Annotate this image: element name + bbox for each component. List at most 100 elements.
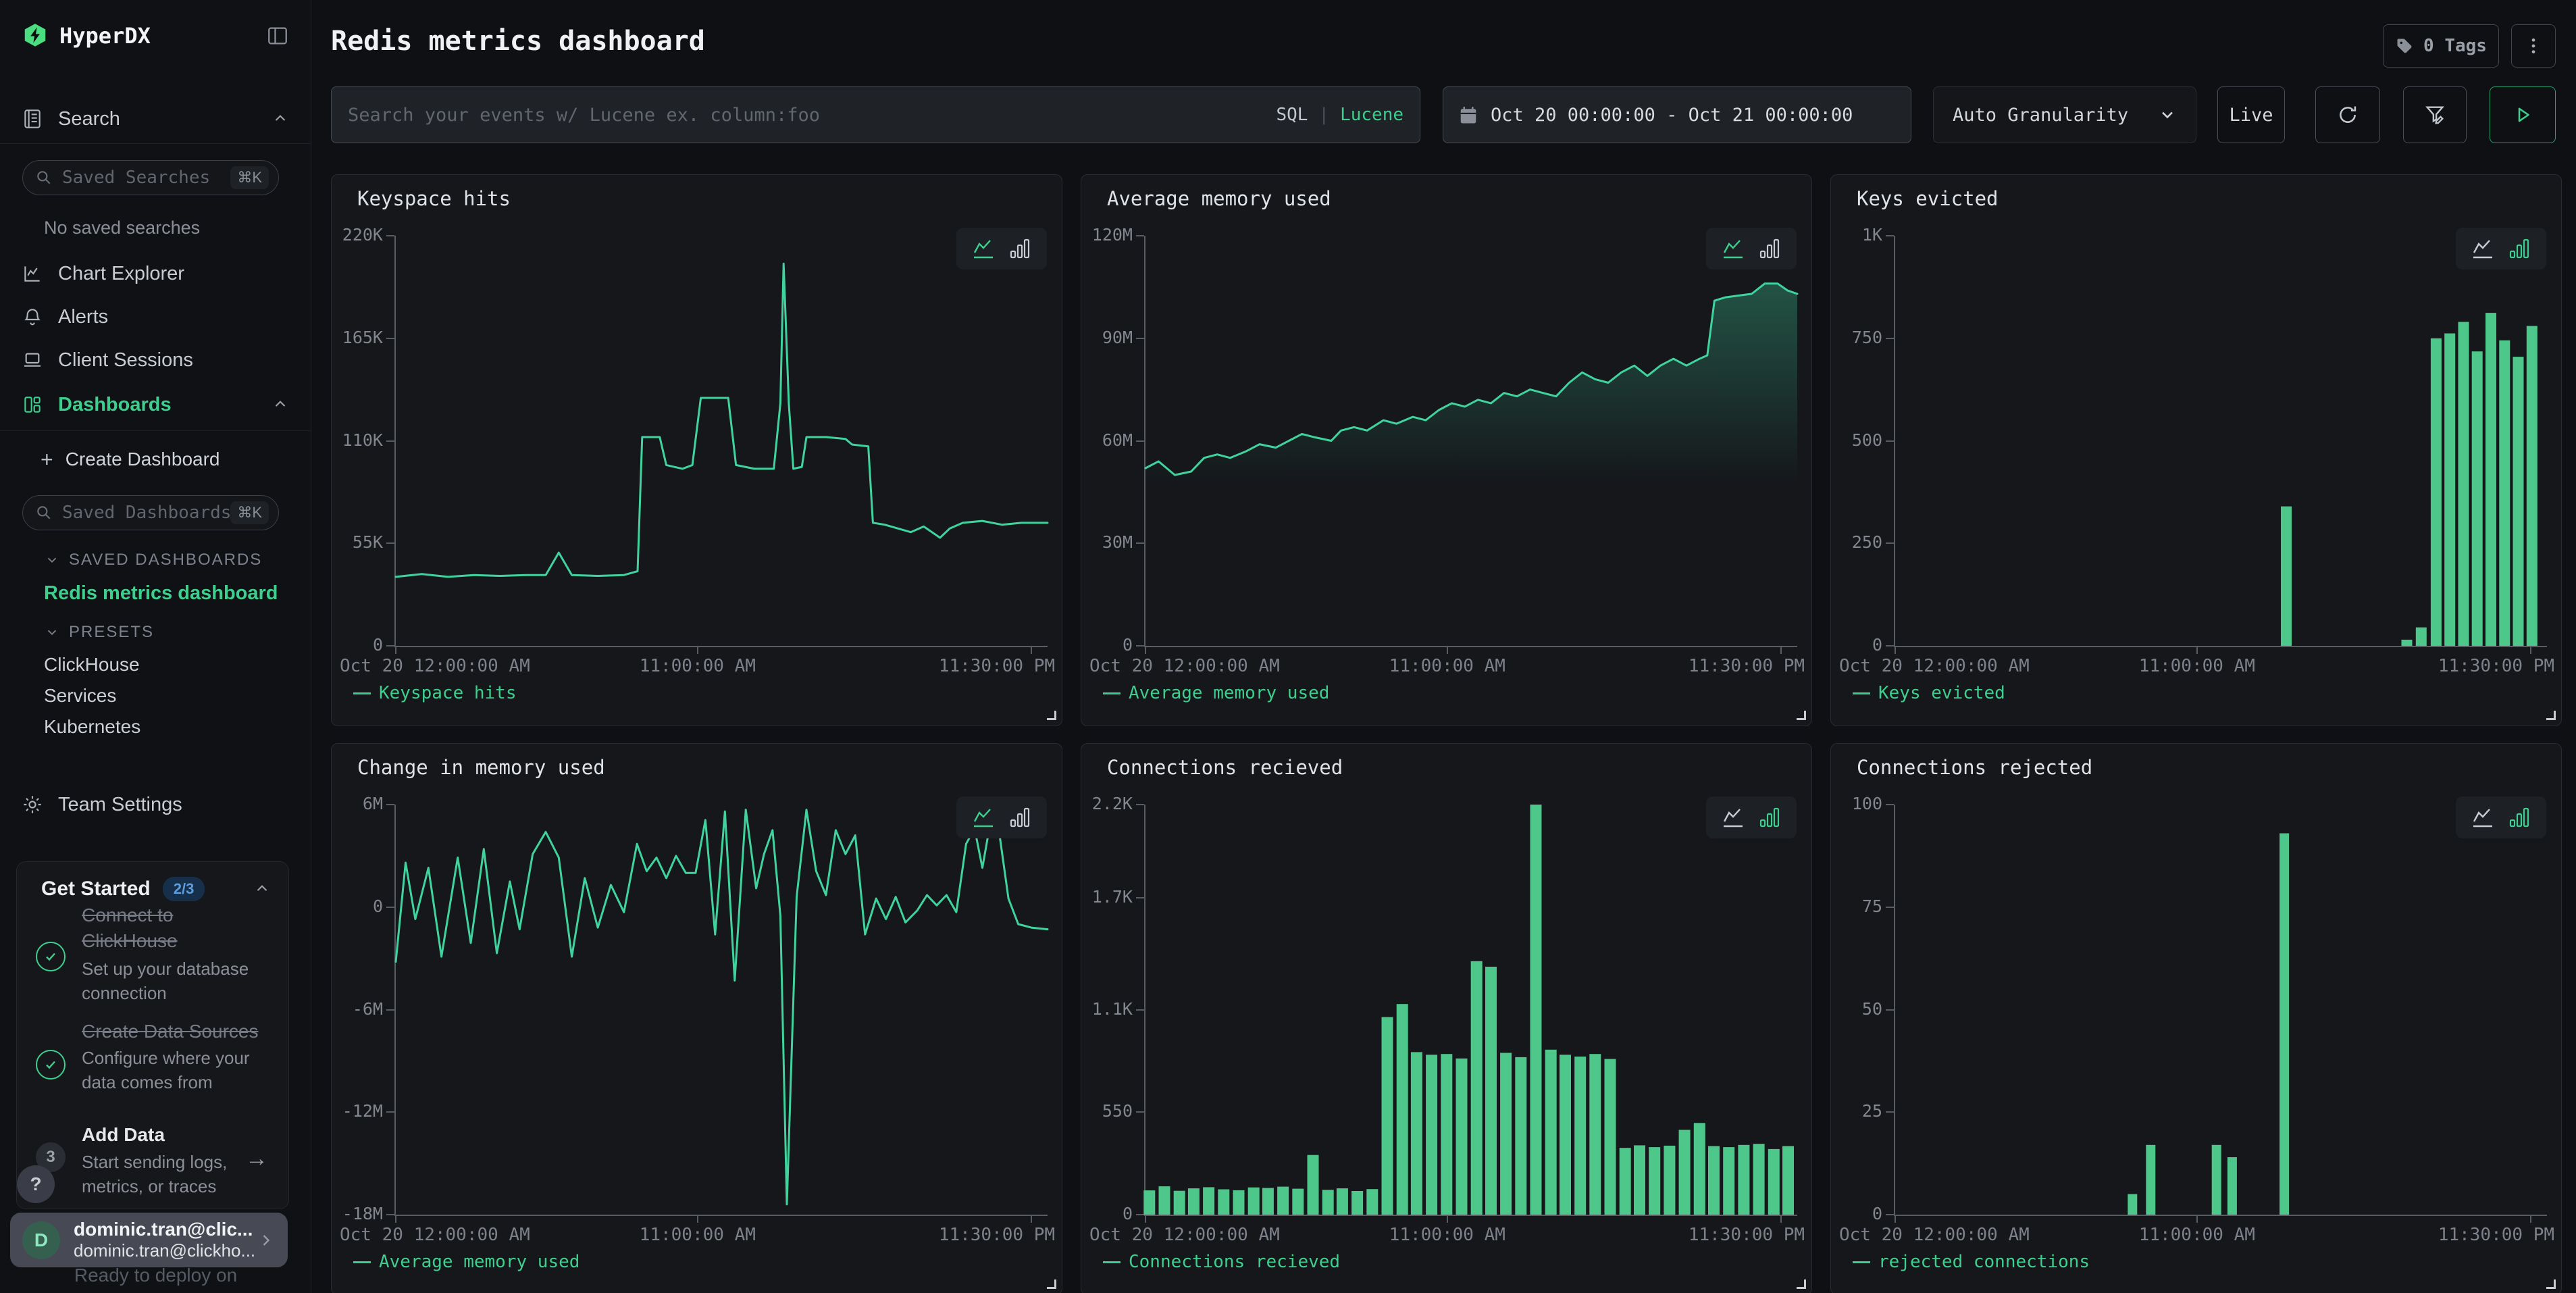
bar-chart-toggle-button[interactable]	[2507, 236, 2531, 261]
chart-legend: Keyspace hits	[353, 683, 517, 703]
panel-resize-handle[interactable]	[2546, 1279, 2556, 1289]
chart-plot-area[interactable]: 1007550250Oct 20 12:00:00 AM11:00:00 AM1…	[1831, 744, 2561, 1293]
y-tick-label: 250	[1831, 532, 1882, 552]
presets-section-header[interactable]: PRESETS	[45, 623, 154, 642]
legend-label: Keys evicted	[1878, 683, 2005, 703]
bar-chart-toggle-button[interactable]	[1757, 805, 1782, 830]
saved-dashboards-input[interactable]	[62, 503, 230, 523]
y-tick-label: 1.7K	[1081, 887, 1133, 907]
saved-searches-input[interactable]	[62, 168, 230, 188]
sidebar-item-alerts[interactable]: Alerts	[0, 295, 311, 339]
chevron-up-icon[interactable]	[253, 880, 271, 898]
chart-plot-area[interactable]: 2.2K1.7K1.1K5500Oct 20 12:00:00 AM11:00:…	[1081, 744, 1811, 1293]
y-tick	[1886, 1214, 1894, 1215]
bar-series	[1145, 805, 1797, 1215]
tags-button[interactable]: 0 Tags	[2383, 24, 2499, 68]
chart-plot-area[interactable]: 120M90M60M30M0Oct 20 12:00:00 AM11:00:00…	[1081, 175, 1811, 726]
y-tick-label: -6M	[332, 999, 383, 1019]
x-tick	[2196, 1215, 2198, 1223]
bar-chart-toggle-button[interactable]	[1008, 805, 1032, 830]
chart-type-toggle	[2456, 796, 2546, 838]
lucene-mode-toggle[interactable]: Lucene	[1340, 105, 1403, 125]
sidebar-item-team-settings[interactable]: Team Settings	[0, 782, 311, 827]
legend-label: Connections recieved	[1129, 1252, 1340, 1272]
sidebar-item-clickhouse[interactable]: ClickHouse	[44, 654, 140, 676]
legend-swatch	[1103, 1261, 1120, 1263]
brand-name: HyperDX	[59, 23, 266, 49]
panel-resize-handle[interactable]	[1797, 1279, 1806, 1289]
sidebar-item-redis-dashboard[interactable]: Redis metrics dashboard	[44, 582, 278, 605]
saved-dashboards-section-header[interactable]: SAVED DASHBOARDS	[45, 551, 262, 569]
bar-chart-toggle-button[interactable]	[2507, 805, 2531, 830]
sidebar-item-kubernetes[interactable]: Kubernetes	[44, 716, 140, 738]
chart-line-icon	[22, 263, 43, 284]
chart-panel-average-memory-used: Average memory used 120M90M60M30M0Oct 20…	[1081, 174, 1812, 726]
chart-plot-area[interactable]: 6M0-6M-12M-18MOct 20 12:00:00 AM11:00:00…	[332, 744, 1062, 1293]
refresh-button[interactable]	[2315, 86, 2380, 143]
chart-panel-keys-evicted: Keys evicted 1K7505002500Oct 20 12:00:00…	[1830, 174, 2562, 726]
live-button[interactable]: Live	[2217, 86, 2285, 143]
legend-swatch	[1103, 692, 1120, 694]
time-range-picker[interactable]: Oct 20 00:00:00 - Oct 21 00:00:00	[1443, 86, 1911, 143]
panel-resize-handle[interactable]	[1797, 711, 1806, 720]
line-chart-toggle-button[interactable]	[2471, 236, 2495, 261]
sidebar-item-client-sessions[interactable]: Client Sessions	[0, 338, 311, 382]
y-tick	[1886, 1009, 1894, 1011]
chart-plot-area[interactable]: 1K7505002500Oct 20 12:00:00 AM11:00:00 A…	[1831, 175, 2561, 726]
chart-panel-change-in-memory-used: Change in memory used 6M0-6M-12M-18MOct …	[331, 743, 1062, 1293]
sidebar-item-chart-explorer[interactable]: Chart Explorer	[0, 251, 311, 296]
panel-resize-handle[interactable]	[2546, 711, 2556, 720]
more-options-button[interactable]	[2511, 24, 2556, 68]
sidebar-collapse-icon[interactable]	[266, 24, 289, 47]
x-tick-label: Oct 20 12:00:00 AM	[340, 1225, 530, 1245]
get-started-step-title[interactable]: Connect to ClickHouse	[82, 903, 257, 954]
granularity-select[interactable]: Auto Granularity	[1933, 86, 2196, 143]
bell-icon	[22, 306, 43, 328]
chart-legend: Connections recieved	[1103, 1252, 1340, 1272]
user-email: dominic.tran@clickho...	[74, 1240, 257, 1261]
y-tick	[1136, 338, 1144, 339]
panel-resize-handle[interactable]	[1047, 711, 1056, 720]
line-chart-toggle-button[interactable]	[971, 805, 996, 830]
chart-legend: Keys evicted	[1853, 683, 2005, 703]
create-dashboard-button[interactable]: + Create Dashboard	[0, 439, 311, 480]
y-tick	[386, 645, 394, 646]
y-tick-label: 60M	[1081, 430, 1133, 450]
user-profile-button[interactable]: D dominic.tran@clic... dominic.tran@clic…	[10, 1213, 288, 1267]
event-search-bar[interactable]: SQL | Lucene	[331, 86, 1420, 143]
line-chart-toggle-button[interactable]	[1721, 805, 1745, 830]
legend-swatch	[1853, 1261, 1870, 1263]
line-chart-toggle-button[interactable]	[971, 236, 996, 261]
sidebar-item-search[interactable]: Search	[0, 97, 311, 141]
y-tick-label: 50	[1831, 999, 1882, 1019]
arrow-right-icon[interactable]: →	[245, 1146, 268, 1172]
saved-searches-search[interactable]: ⌘K	[22, 160, 279, 195]
chart-panel-connections-recieved: Connections recieved 2.2K1.7K1.1K5500Oct…	[1081, 743, 1812, 1293]
y-tick	[1886, 542, 1894, 544]
chart-type-toggle	[1706, 796, 1797, 838]
line-chart-toggle-button[interactable]	[2471, 805, 2495, 830]
bar-chart-toggle-button[interactable]	[1757, 236, 1782, 261]
line-chart-toggle-button[interactable]	[1721, 236, 1745, 261]
panel-resize-handle[interactable]	[1047, 1279, 1056, 1289]
x-tick-label: 11:00:00 AM	[1389, 1225, 1505, 1245]
sql-mode-toggle[interactable]: SQL	[1276, 105, 1308, 125]
event-search-input[interactable]	[348, 105, 1276, 126]
filter-button[interactable]	[2403, 86, 2467, 143]
sidebar-item-dashboards[interactable]: Dashboards	[0, 382, 311, 427]
sidebar-item-services[interactable]: Services	[44, 685, 116, 707]
get-started-title: Get Started	[41, 878, 151, 901]
y-tick-label: 30M	[1081, 532, 1133, 552]
get-started-step-title[interactable]: Add Data	[82, 1124, 165, 1146]
x-tick-label: 11:30:00 PM	[2438, 1225, 2554, 1245]
chart-plot-area[interactable]: 220K165K110K55K0Oct 20 12:00:00 AM11:00:…	[332, 175, 1062, 726]
help-button[interactable]: ?	[17, 1165, 55, 1203]
bar-chart-toggle-button[interactable]	[1008, 236, 1032, 261]
play-button[interactable]	[2490, 86, 2556, 143]
y-tick-label: 55K	[332, 532, 383, 552]
saved-dashboards-search[interactable]: ⌘K	[22, 495, 279, 530]
x-tick-label: 11:30:00 PM	[2438, 656, 2554, 676]
plus-icon: +	[41, 447, 53, 472]
get-started-step-title[interactable]: Create Data Sources	[82, 1019, 298, 1044]
x-tick-label: 11:30:00 PM	[939, 1225, 1055, 1245]
